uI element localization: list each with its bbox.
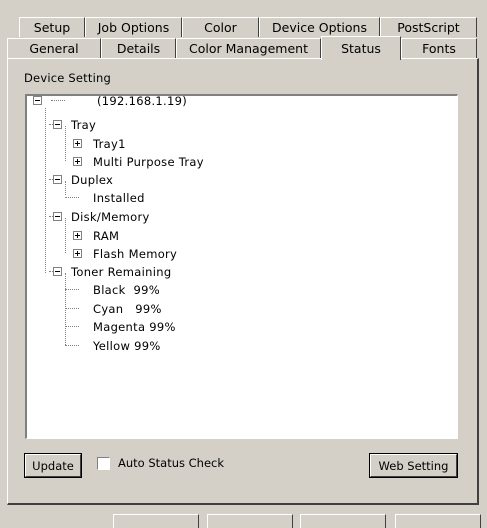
collapse-icon[interactable]	[53, 212, 62, 221]
tab-details[interactable]: Details	[101, 38, 176, 58]
tree-line-root	[45, 108, 46, 273]
tab-postscript[interactable]: PostScript	[380, 17, 477, 37]
dialog-button-partial[interactable]	[395, 514, 481, 528]
tree-line-installed-h	[65, 197, 79, 198]
tab-general[interactable]: General	[7, 38, 101, 58]
tree-node-flash-memory[interactable]: Flash Memory	[93, 246, 177, 262]
tree-line-magenta-h	[65, 326, 79, 327]
tree-line-disk	[65, 218, 66, 253]
tree-node-black[interactable]: Black 99%	[93, 282, 160, 298]
expand-icon[interactable]	[73, 139, 82, 148]
tree-node-duplex[interactable]: Duplex	[71, 172, 113, 188]
tree-node-disk-memory[interactable]: Disk/Memory	[71, 209, 150, 225]
tree-node-magenta[interactable]: Magenta 99%	[93, 319, 176, 335]
tree-line-toner	[65, 273, 66, 345]
tree-line-duplex	[65, 181, 66, 195]
collapse-icon[interactable]	[53, 175, 62, 184]
tab-color-management[interactable]: Color Management	[176, 38, 321, 58]
expand-icon[interactable]	[73, 249, 82, 258]
tree-node-installed[interactable]: Installed	[93, 190, 145, 206]
expand-icon[interactable]	[73, 157, 82, 166]
auto-status-check-label: Auto Status Check	[118, 456, 225, 470]
tab-job-options[interactable]: Job Options	[85, 17, 182, 37]
tree-node-root[interactable]: (192.168.1.19)	[97, 96, 187, 109]
tab-device-options[interactable]: Device Options	[259, 17, 380, 37]
collapse-icon[interactable]	[33, 96, 42, 105]
tree-node-cyan[interactable]: Cyan 99%	[93, 301, 162, 317]
tree-node-tray[interactable]: Tray	[71, 117, 96, 133]
tree-line-root-h	[51, 100, 65, 101]
tree-node-toner-remaining[interactable]: Toner Remaining	[71, 264, 171, 280]
status-panel: Device Setting (192.168.1.19) Tray Tray1…	[7, 58, 479, 505]
tree-line-black-h	[65, 289, 79, 290]
tree-node-yellow[interactable]: Yellow 99%	[93, 338, 161, 354]
collapse-icon[interactable]	[53, 267, 62, 276]
tree-node-tray1[interactable]: Tray1	[93, 136, 126, 152]
tab-fonts[interactable]: Fonts	[401, 38, 477, 58]
device-setting-label: Device Setting	[24, 71, 111, 85]
tree-node-multi-purpose-tray[interactable]: Multi Purpose Tray	[93, 154, 204, 170]
tree-line-cyan-h	[65, 308, 79, 309]
expand-icon[interactable]	[73, 231, 82, 240]
device-tree[interactable]: (192.168.1.19) Tray Tray1 Multi Purpose …	[25, 94, 458, 439]
update-button[interactable]: Update	[25, 454, 81, 477]
tab-color[interactable]: Color	[182, 17, 259, 37]
tree-line-yellow-h	[65, 345, 79, 346]
tree-node-ram[interactable]: RAM	[93, 228, 119, 244]
dialog-button-partial[interactable]	[207, 514, 293, 528]
tree-line-tray	[65, 126, 66, 161]
dialog-button-partial[interactable]	[113, 514, 199, 528]
dialog-button-partial[interactable]	[300, 514, 386, 528]
web-setting-button[interactable]: Web Setting	[370, 454, 457, 477]
tab-status[interactable]: Status	[321, 36, 401, 60]
tab-setup[interactable]: Setup	[19, 17, 85, 37]
collapse-icon[interactable]	[53, 120, 62, 129]
auto-status-check-checkbox[interactable]	[97, 457, 110, 470]
